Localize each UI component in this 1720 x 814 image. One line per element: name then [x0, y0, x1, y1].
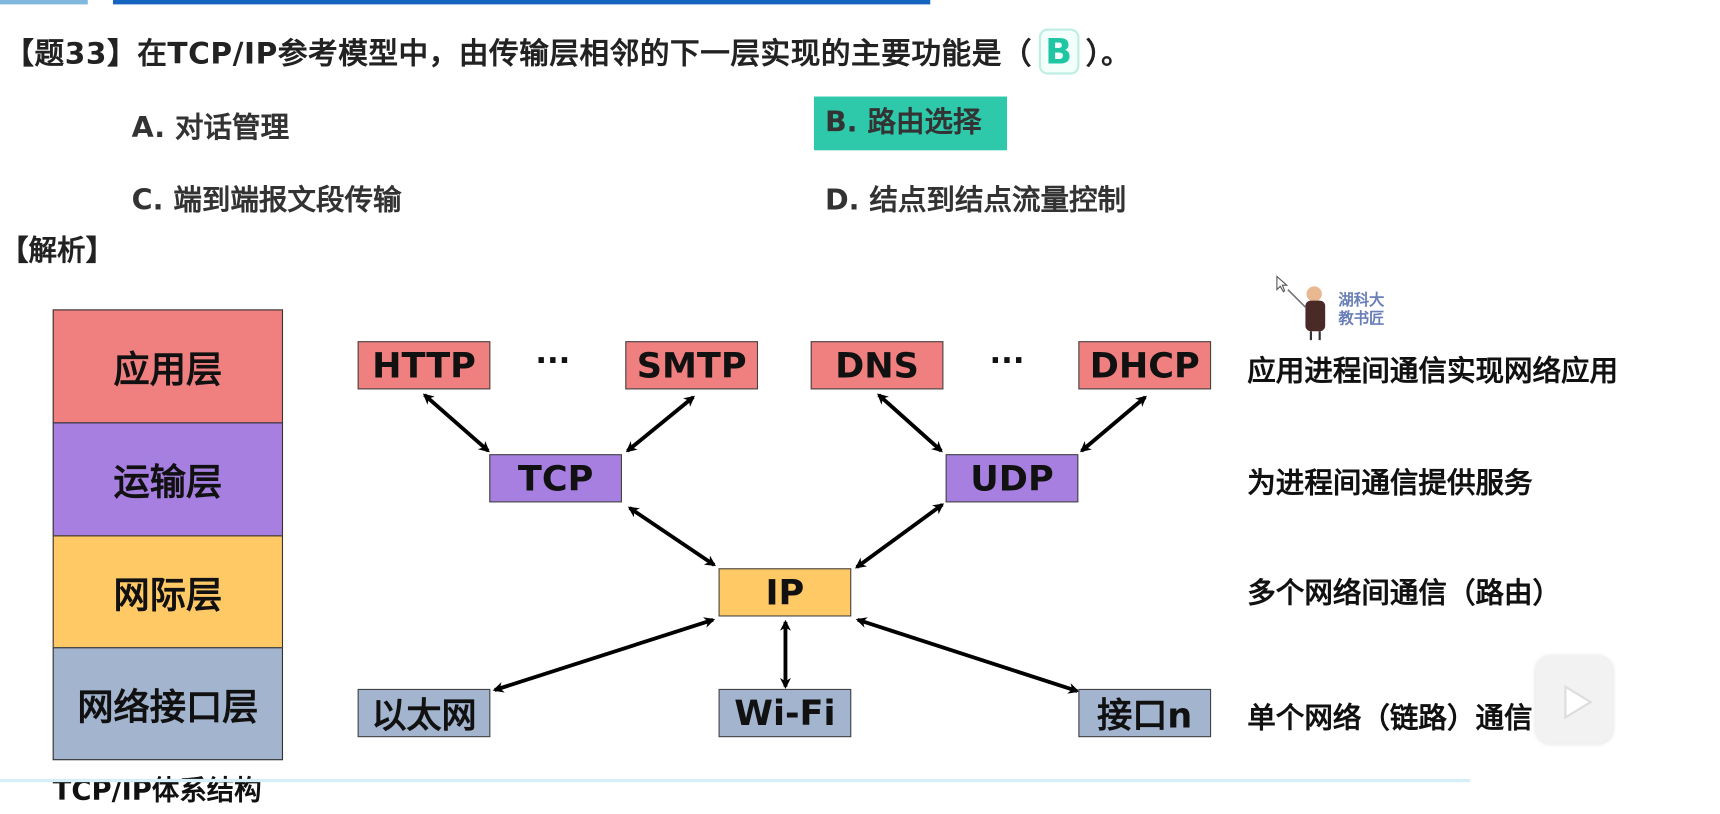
box-wifi: Wi-Fi — [718, 688, 852, 738]
slide: 【题33】在TCP/IP参考模型中，由传输层相邻的下一层实现的主要功能是（ B）。… — [0, 0, 1720, 814]
box-smtp: SMTP — [625, 341, 759, 390]
box-ip: IP — [718, 568, 852, 617]
box-http: HTTP — [357, 341, 491, 390]
box-ethernet: 以太网 — [357, 688, 491, 738]
arrow-dhcp-udp — [1079, 395, 1147, 453]
arrow-udp-ip — [854, 503, 945, 569]
desc-application: 应用进程间通信实现网络应用 — [1247, 355, 1619, 389]
watermark-text: 湖科大 教书匠 — [1338, 291, 1385, 329]
arrow-dns-udp — [877, 393, 943, 453]
arrow-ip-interface-n — [855, 617, 1080, 694]
ellipsis-2: ··· — [989, 342, 1025, 379]
box-dhcp: DHCP — [1078, 341, 1212, 390]
divider-line — [0, 778, 1470, 783]
box-dns: DNS — [810, 341, 944, 390]
arrow-tcp-ip — [627, 506, 716, 567]
arrow-ip-ethernet — [492, 617, 716, 693]
desc-internet: 多个网络间通信（路由） — [1247, 577, 1562, 610]
mascot-icon — [1276, 275, 1326, 341]
arrow-http-tcp — [422, 393, 490, 453]
ellipsis-1: ··· — [535, 342, 571, 379]
box-tcp: TCP — [489, 454, 622, 503]
bilibili-play-icon[interactable] — [1535, 656, 1613, 744]
arrows — [422, 393, 1147, 694]
desc-link: 单个网络（链路）通信 — [1247, 702, 1533, 735]
box-interface-n: 接口n — [1078, 688, 1212, 738]
box-udp: UDP — [945, 454, 1079, 503]
desc-transport: 为进程间通信提供服务 — [1247, 467, 1533, 501]
arrow-smtp-tcp — [625, 395, 696, 453]
